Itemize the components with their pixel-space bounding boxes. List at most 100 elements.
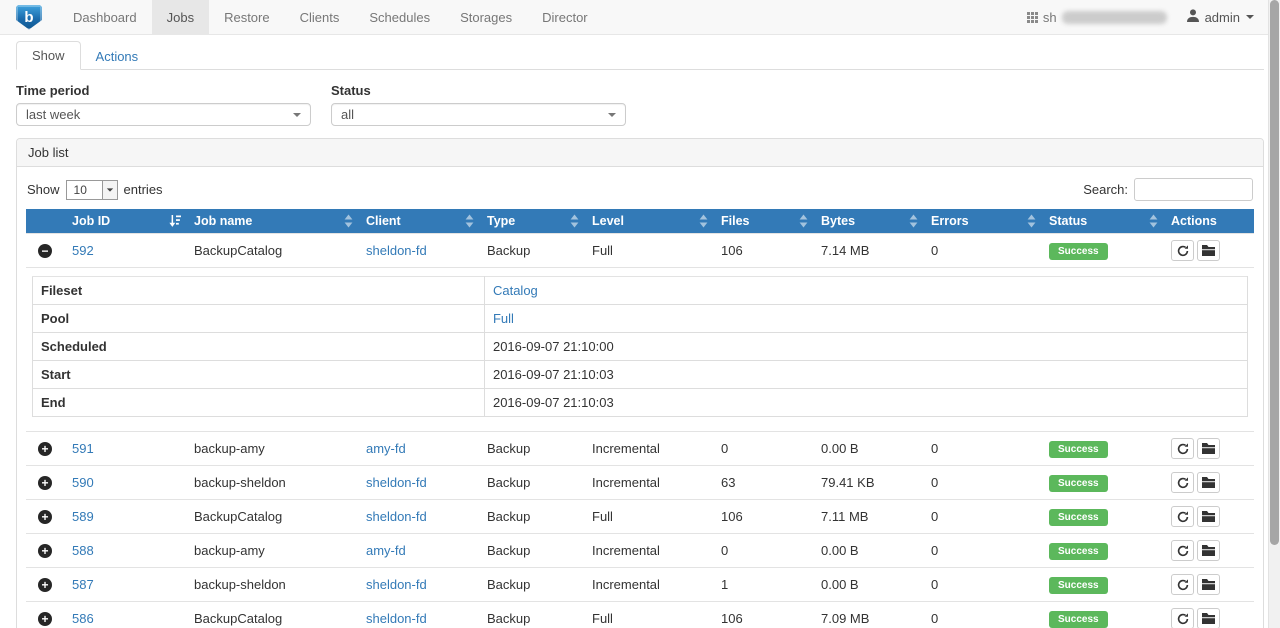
col-status[interactable]: Status <box>1041 209 1163 234</box>
job-table: Job ID Job name Client Type Level <box>26 209 1254 628</box>
page-size-select[interactable]: 10 <box>66 180 118 200</box>
expand-row-icon[interactable]: + <box>38 510 52 524</box>
status-label: Status <box>331 83 626 98</box>
job-id-link[interactable]: 589 <box>72 509 94 524</box>
expand-row-icon[interactable]: + <box>38 544 52 558</box>
expand-row-icon[interactable]: + <box>38 612 52 626</box>
col-bytes[interactable]: Bytes <box>813 209 923 234</box>
job-name: BackupCatalog <box>194 611 282 626</box>
nav-item-director[interactable]: Director <box>527 0 603 34</box>
status-badge: Success <box>1049 611 1108 628</box>
expand-row-icon[interactable]: + <box>38 476 52 490</box>
job-files: 0 <box>721 441 728 456</box>
job-id-link[interactable]: 588 <box>72 543 94 558</box>
job-id-link[interactable]: 590 <box>72 475 94 490</box>
job-files-button[interactable] <box>1197 472 1220 493</box>
job-errors: 0 <box>931 509 938 524</box>
brand[interactable]: b <box>0 0 58 34</box>
col-actions[interactable]: Actions <box>1163 209 1254 234</box>
tab-show[interactable]: Show <box>16 41 81 70</box>
rerun-job-button[interactable] <box>1171 240 1194 261</box>
job-id-link[interactable]: 592 <box>72 243 94 258</box>
table-row: +586BackupCatalogsheldon-fdBackupFull106… <box>26 602 1254 628</box>
job-id-link[interactable]: 586 <box>72 611 94 626</box>
time-period-select[interactable]: last week <box>16 103 311 126</box>
time-period-filter: Time period last week <box>16 83 311 126</box>
tab-actions[interactable]: Actions <box>81 43 154 70</box>
time-period-label: Time period <box>16 83 311 98</box>
client-link[interactable]: sheldon-fd <box>366 577 427 592</box>
rerun-job-button[interactable] <box>1171 574 1194 595</box>
chevron-down-icon <box>1246 15 1254 19</box>
job-detail-row: Fileset Catalog Pool Full Scheduled 2016-09-0… <box>26 268 1254 432</box>
redacted-hostname <box>1062 11 1167 24</box>
nav-item-storages[interactable]: Storages <box>445 0 527 34</box>
job-type: Backup <box>487 243 530 258</box>
detail-value: 2016-09-07 21:10:03 <box>493 367 614 382</box>
detail-label: Pool <box>33 305 485 333</box>
detail-label: Start <box>33 361 485 389</box>
table-row: +587backup-sheldonsheldon-fdBackupIncrem… <box>26 568 1254 602</box>
detail-label: Fileset <box>33 277 485 305</box>
expand-row-icon[interactable]: + <box>38 578 52 592</box>
vertical-scrollbar[interactable] <box>1268 0 1280 628</box>
col-expander <box>26 209 64 234</box>
nav-item-restore[interactable]: Restore <box>209 0 285 34</box>
rerun-job-button[interactable] <box>1171 540 1194 561</box>
client-link[interactable]: sheldon-fd <box>366 475 427 490</box>
nav-item-jobs[interactable]: Jobs <box>152 0 209 34</box>
client-link[interactable]: sheldon-fd <box>366 509 427 524</box>
status-filter: Status all <box>331 83 626 126</box>
col-level[interactable]: Level <box>584 209 713 234</box>
job-files-button[interactable] <box>1197 608 1220 628</box>
status-select[interactable]: all <box>331 103 626 126</box>
search-input[interactable] <box>1134 178 1253 201</box>
filters: Time period last week Status all <box>16 83 1264 126</box>
table-row: +591backup-amyamy-fdBackupIncremental00.… <box>26 432 1254 466</box>
job-id-link[interactable]: 591 <box>72 441 94 456</box>
grid-icon <box>1027 12 1038 23</box>
job-type: Backup <box>487 509 530 524</box>
col-client[interactable]: Client <box>358 209 479 234</box>
col-errors[interactable]: Errors <box>923 209 1041 234</box>
detail-value: 2016-09-07 21:10:00 <box>493 339 614 354</box>
rerun-job-button[interactable] <box>1171 506 1194 527</box>
client-link[interactable]: amy-fd <box>366 543 406 558</box>
scrollbar-thumb[interactable] <box>1270 0 1279 545</box>
job-type: Backup <box>487 611 530 626</box>
job-files: 0 <box>721 543 728 558</box>
col-files[interactable]: Files <box>713 209 813 234</box>
status-badge: Success <box>1049 475 1108 492</box>
detail-value-link[interactable]: Full <box>493 311 514 326</box>
job-bytes: 0.00 B <box>821 543 859 558</box>
client-link[interactable]: sheldon-fd <box>366 243 427 258</box>
job-files-button[interactable] <box>1197 506 1220 527</box>
detail-value-link[interactable]: Catalog <box>493 283 538 298</box>
collapse-row-icon[interactable]: − <box>38 244 52 258</box>
detail-label: End <box>33 389 485 417</box>
client-link[interactable]: amy-fd <box>366 441 406 456</box>
job-list-panel: Job list Show 10 entries Search: <box>16 138 1264 628</box>
col-type[interactable]: Type <box>479 209 584 234</box>
job-files-button[interactable] <box>1197 438 1220 459</box>
rerun-job-button[interactable] <box>1171 472 1194 493</box>
expand-row-icon[interactable]: + <box>38 442 52 456</box>
job-detail-table: Fileset Catalog Pool Full Scheduled 2016-09-0… <box>32 276 1248 417</box>
nav-item-dashboard[interactable]: Dashboard <box>58 0 152 34</box>
status-badge: Success <box>1049 441 1108 458</box>
rerun-job-button[interactable] <box>1171 608 1194 628</box>
col-job-id[interactable]: Job ID <box>64 209 186 234</box>
rerun-job-button[interactable] <box>1171 438 1194 459</box>
job-bytes: 7.14 MB <box>821 243 869 258</box>
job-files-button[interactable] <box>1197 574 1220 595</box>
user-menu[interactable]: admin <box>1187 9 1254 25</box>
nav-item-schedules[interactable]: Schedules <box>354 0 445 34</box>
job-files-button[interactable] <box>1197 240 1220 261</box>
director-host: sh <box>1027 10 1167 25</box>
col-job-name[interactable]: Job name <box>186 209 358 234</box>
nav-item-clients[interactable]: Clients <box>285 0 355 34</box>
job-id-link[interactable]: 587 <box>72 577 94 592</box>
job-files-button[interactable] <box>1197 540 1220 561</box>
detail-label: Scheduled <box>33 333 485 361</box>
client-link[interactable]: sheldon-fd <box>366 611 427 626</box>
